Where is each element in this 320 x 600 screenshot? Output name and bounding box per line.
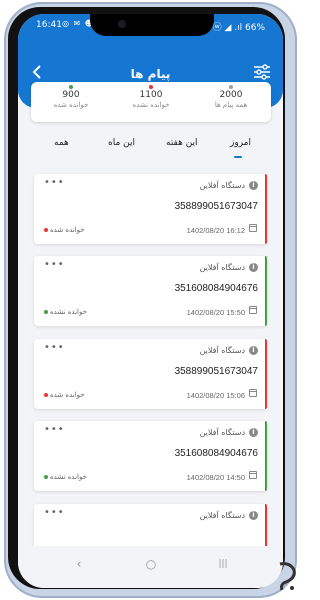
info-icon: i	[249, 346, 258, 355]
message-date: 1402/08/20 16:12	[186, 226, 245, 235]
tab-this-week[interactable]: این هفته	[166, 138, 198, 148]
device-name: دستگاه آفلاین	[199, 511, 245, 520]
device-name: دستگاه آفلاین	[199, 181, 245, 190]
status-bar-accent	[265, 339, 267, 409]
status-dot	[44, 393, 48, 397]
message-card[interactable]: ••• دستگاه آفلاین i 351608084904676 خوان…	[34, 256, 267, 326]
nav-recents-icon[interactable]: |||	[208, 552, 238, 576]
app-screen: 16:41 ◎ ✉ ☻ ▣ ⓦ ◢ .ıl 66% پیام ها 2000 ه…	[18, 14, 283, 588]
info-icon: i	[249, 428, 258, 437]
message-stats: 2000 همه پیام ها 1100 خوانده نشده 900 خو…	[31, 82, 271, 122]
camera-icon	[118, 20, 126, 28]
stat-value: 2000	[219, 90, 243, 100]
more-options-icon[interactable]: •••	[44, 177, 65, 188]
more-options-icon[interactable]: •••	[44, 424, 65, 435]
stat-dot	[149, 85, 153, 89]
calendar-icon	[249, 306, 257, 314]
device-name: دستگاه آفلاین	[199, 263, 245, 272]
calendar-icon	[249, 224, 257, 232]
calendar-icon	[249, 471, 257, 479]
info-icon: i	[249, 511, 258, 520]
info-icon: i	[249, 263, 258, 272]
tab-all[interactable]: همه	[54, 138, 69, 148]
period-tabs: امروز این هفته این ماه همه	[18, 134, 283, 160]
stat-label: خوانده شده	[53, 101, 89, 109]
stat-dot	[69, 85, 73, 89]
message-card[interactable]: ••• دستگاه آفلاین i 358899051673047 خوان…	[34, 339, 267, 409]
tab-today[interactable]: امروز	[230, 138, 251, 148]
message-card[interactable]: ••• دستگاه آفلاین i 358899051673047 خوان…	[34, 174, 267, 244]
device-code: 358899051673047	[174, 366, 258, 377]
message-date: 1402/08/20 15:06	[186, 391, 245, 400]
read-status: خوانده شده	[44, 391, 85, 399]
device-code: 351608084904676	[174, 448, 258, 459]
message-card[interactable]: ••• دستگاه آفلاین i 351608084904676 خوان…	[34, 421, 267, 491]
stat-value: 900	[62, 90, 80, 100]
device-name: دستگاه آفلاین	[199, 346, 245, 355]
status-dot	[44, 310, 48, 314]
device-code: 358899051673047	[174, 201, 258, 212]
more-options-icon[interactable]: •••	[44, 507, 65, 518]
page-title: پیام ها	[130, 67, 171, 81]
nav-home-icon[interactable]: ○	[136, 552, 166, 576]
stat-read: 900 خوانده شده	[31, 85, 111, 109]
read-status: خوانده نشده	[44, 308, 87, 316]
stat-unread: 1100 خوانده نشده	[111, 85, 191, 109]
system-nav-bar: ‹ ○ |||	[18, 546, 283, 588]
read-status-label: خوانده شده	[50, 391, 85, 399]
read-status-label: خوانده شده	[50, 226, 85, 234]
active-tab-indicator	[234, 156, 242, 158]
read-status-label: خوانده نشده	[50, 473, 87, 481]
message-date: 1402/08/20 15:50	[186, 308, 245, 317]
stat-dot	[229, 85, 233, 89]
read-status: خوانده نشده	[44, 473, 87, 481]
stat-label: خوانده نشده	[132, 101, 170, 109]
status-dot	[44, 228, 48, 232]
status-bar-accent	[265, 174, 267, 244]
info-icon: i	[249, 181, 258, 190]
stat-all: 2000 همه پیام ها	[191, 85, 271, 109]
store-logo-icon	[279, 562, 296, 591]
status-bar-accent	[265, 421, 267, 491]
read-status: خوانده شده	[44, 226, 85, 234]
status-time: 16:41	[36, 20, 62, 30]
battery-and-signal: ⓦ ◢ .ıl 66%	[212, 23, 265, 33]
stat-label: همه پیام ها	[214, 101, 248, 109]
status-bar-accent	[265, 256, 267, 326]
sliders-icon[interactable]	[253, 64, 271, 80]
stat-value: 1100	[139, 90, 163, 100]
camera-notch	[90, 14, 214, 36]
read-status-label: خوانده نشده	[50, 308, 87, 316]
status-dot	[44, 475, 48, 479]
calendar-icon	[249, 389, 257, 397]
message-date: 1402/08/20 14:50	[186, 473, 245, 482]
device-code: 351608084904676	[174, 283, 258, 294]
nav-back-icon[interactable]: ‹	[64, 552, 94, 576]
more-options-icon[interactable]: •••	[44, 342, 65, 353]
device-name: دستگاه آفلاین	[199, 428, 245, 437]
tab-this-month[interactable]: این ماه	[108, 138, 135, 148]
more-options-icon[interactable]: •••	[44, 259, 65, 270]
